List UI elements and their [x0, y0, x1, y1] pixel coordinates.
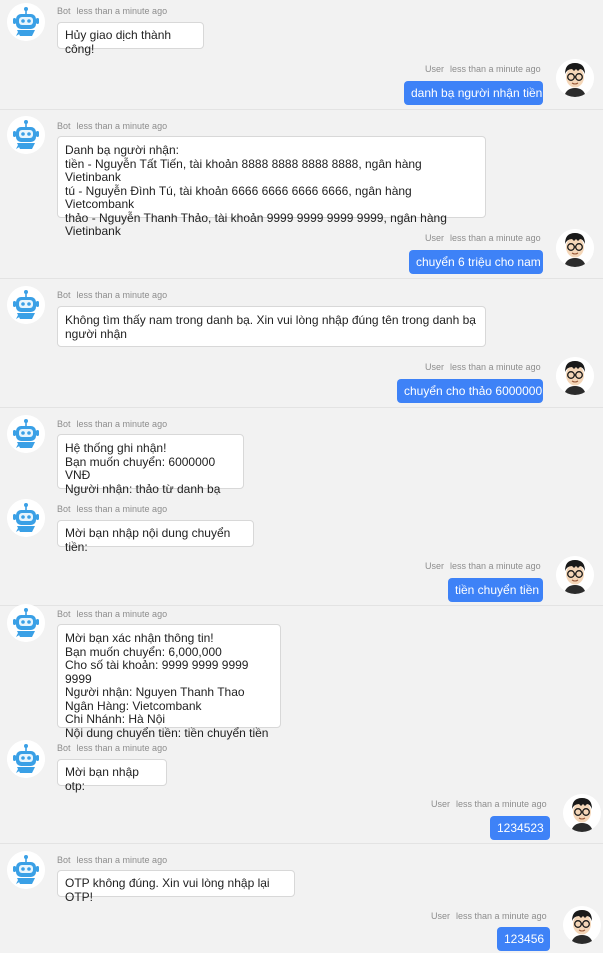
row-divider: [0, 407, 603, 408]
user-message-bubble: 123456: [497, 927, 550, 951]
bot-message-bubble: Mời bạn nhập otp:: [57, 759, 167, 792]
message-meta: Bot less than a minute ago: [57, 419, 168, 429]
row-divider: [0, 278, 603, 279]
user-glasses-icon: [563, 906, 601, 944]
message-meta: Bot less than a minute ago: [57, 504, 168, 514]
row-divider: [0, 605, 603, 606]
message-meta: Bot less than a minute ago: [57, 290, 168, 300]
bot-message-bubble: OTP không đúng. Xin vui lòng nhập lại OT…: [57, 870, 295, 903]
robot-icon: [7, 740, 45, 778]
user-glasses-icon: [556, 357, 594, 395]
message-meta: Bot less than a minute ago: [57, 609, 168, 619]
message-meta: Bot less than a minute ago: [57, 855, 168, 865]
robot-icon: [7, 604, 45, 642]
message-meta: User less than a minute ago: [425, 362, 541, 372]
message-meta: User less than a minute ago: [431, 911, 547, 921]
user-message-bubble: 1234523: [490, 816, 550, 840]
bot-message-bubble: Hệ thống ghi nhận! Bạn muốn chuyển: 6000…: [57, 434, 244, 495]
bot-message-bubble: Danh bạ người nhận: tiền - Nguyễn Tất Ti…: [57, 136, 486, 238]
robot-icon: [7, 499, 45, 537]
robot-icon: [7, 3, 45, 41]
user-message-bubble: chuyển 6 triệu cho nam: [409, 250, 543, 274]
user-glasses-icon: [556, 59, 594, 97]
message-meta: User less than a minute ago: [431, 799, 547, 809]
user-glasses-icon: [563, 794, 601, 832]
row-divider: [0, 843, 603, 844]
user-glasses-icon: [556, 556, 594, 594]
message-meta: Bot less than a minute ago: [57, 743, 168, 753]
bot-message-bubble: Mời bạn xác nhận thông tin! Bạn muốn chu…: [57, 624, 281, 739]
user-glasses-icon: [556, 229, 594, 267]
robot-icon: [7, 415, 45, 453]
message-meta: Bot less than a minute ago: [57, 6, 168, 16]
message-meta: User less than a minute ago: [425, 561, 541, 571]
user-message-bubble: tiền chuyển tiền: [448, 578, 543, 602]
user-message-bubble: chuyển cho thảo 6000000: [397, 379, 543, 403]
robot-icon: [7, 286, 45, 324]
robot-icon: [7, 116, 45, 154]
bot-message-bubble: Hủy giao dịch thành công!: [57, 22, 204, 55]
message-meta: Bot less than a minute ago: [57, 121, 168, 131]
bot-message-bubble: Không tìm thấy nam trong danh bạ. Xin vu…: [57, 306, 486, 347]
message-meta: User less than a minute ago: [425, 233, 541, 243]
robot-icon: [7, 851, 45, 889]
row-divider: [0, 109, 603, 110]
bot-message-bubble: Mời bạn nhập nội dung chuyển tiền:: [57, 520, 254, 553]
message-meta: User less than a minute ago: [425, 64, 541, 74]
user-message-bubble: danh bạ người nhận tiền: [404, 81, 543, 105]
